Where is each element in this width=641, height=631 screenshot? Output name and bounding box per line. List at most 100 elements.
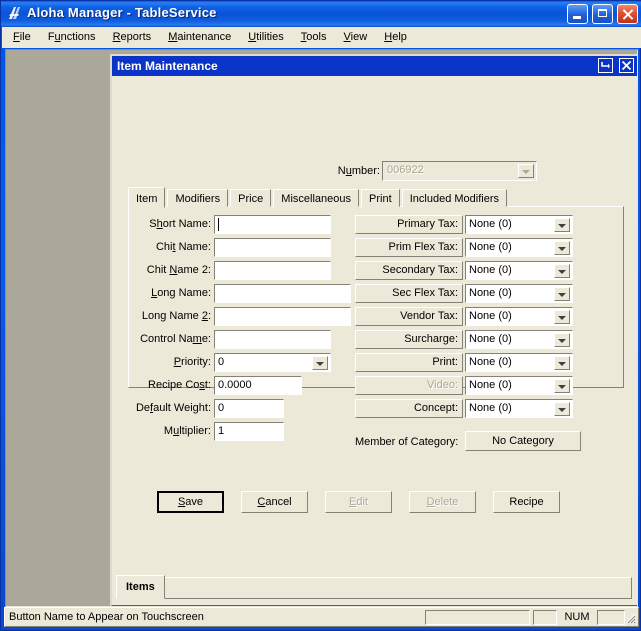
menu-item-view[interactable]: View [337,27,375,46]
field-surcharge: Surcharge: None (0) [355,330,605,350]
field-long-name-2: Long Name 2: [128,307,378,327]
secondary-tax-button-label[interactable]: Secondary Tax: [355,261,463,280]
tab-modifiers[interactable]: Modifiers [167,189,229,207]
long-name-2-input[interactable] [214,307,351,326]
window-title: Aloha Manager - TableService [27,5,217,20]
field-print: Print: None (0) [355,353,605,373]
short-name-input[interactable] [214,215,331,234]
prim-flex-tax-combobox[interactable]: None (0) [465,238,573,257]
aloha-logo-icon [6,5,23,22]
print-button-label[interactable]: Print: [355,353,463,372]
close-button[interactable] [617,4,638,24]
video-combobox[interactable]: None (0) [465,376,573,395]
child-caption-buttons [595,58,634,73]
prim-flex-tax-value: None (0) [469,241,512,253]
vendor-tax-combobox[interactable]: None (0) [465,307,573,326]
number-value: 006922 [387,164,424,176]
edit-button: Edit [325,491,392,513]
mdi-client-area: Item Maintenance Number: 006922 Item Mod… [5,49,638,607]
chevron-down-icon[interactable] [554,241,570,255]
chit-name-input[interactable] [214,238,331,257]
save-button[interactable]: Save [157,491,224,513]
tab-items[interactable]: Items [116,575,165,599]
concept-combobox[interactable]: None (0) [465,399,573,418]
vendor-tax-button-label[interactable]: Vendor Tax: [355,307,463,326]
print-combobox[interactable]: None (0) [465,353,573,372]
tab-print[interactable]: Print [361,189,400,207]
number-row: Number: 006922 [128,161,608,183]
control-name-input[interactable] [214,330,331,349]
chit-name-2-input[interactable] [214,261,331,280]
long-name-label: Long Name: [151,287,211,299]
field-prim-flex-tax: Prim Flex Tax: None (0) [355,238,605,258]
item-maintenance-window: Item Maintenance Number: 006922 Item Mod… [110,54,637,606]
statusbar-num-indicator: NUM [564,611,590,623]
menu-item-functions[interactable]: Functions [41,27,103,46]
category-button[interactable]: No Category [465,431,581,451]
field-long-name: Long Name: [128,284,378,304]
minimize-button[interactable] [566,4,588,24]
item-maintenance-body: Number: 006922 Item Modifiers Price Misc… [112,76,637,605]
tab-miscellaneous[interactable]: Miscellaneous [273,189,359,207]
maximize-button[interactable] [591,4,613,24]
menu-item-file[interactable]: File [6,27,38,46]
menu-item-reports[interactable]: Reports [106,27,159,46]
menu-item-utilities[interactable]: Utilities [241,27,290,46]
sec-flex-tax-button-label[interactable]: Sec Flex Tax: [355,284,463,303]
surcharge-combobox[interactable]: None (0) [465,330,573,349]
secondary-tax-value: None (0) [469,264,512,276]
field-control-name: Control Name: [128,330,378,350]
long-name-2-label: Long Name 2: [141,310,211,322]
surcharge-button-label[interactable]: Surcharge: [355,330,463,349]
close-icon[interactable] [619,58,634,73]
resize-grip-icon[interactable] [623,611,636,624]
chevron-down-icon[interactable] [554,379,570,393]
delete-button: Delete [409,491,476,513]
menu-item-tools[interactable]: Tools [294,27,334,46]
tabstrip: Item Modifiers Price Miscellaneous Print… [128,187,624,208]
primary-tax-button-label[interactable]: Primary Tax: [355,215,463,234]
field-recipe-cost: Recipe Cost: 0.0000 [128,376,378,396]
number-combobox[interactable]: 006922 [382,161,537,181]
concept-value: None (0) [469,402,512,414]
menu-item-maintenance[interactable]: Maintenance [161,27,238,46]
chevron-down-icon[interactable] [554,310,570,324]
recipe-cost-input[interactable]: 0.0000 [214,376,302,395]
tab-included-modifiers[interactable]: Included Modifiers [401,189,508,207]
field-chit-name: Chit Name: [128,238,378,258]
prim-flex-tax-button-label[interactable]: Prim Flex Tax: [355,238,463,257]
field-multiplier: Multiplier: 1 [128,422,378,442]
multiplier-input[interactable]: 1 [214,422,284,441]
tab-price[interactable]: Price [230,189,272,207]
chevron-down-icon[interactable] [312,356,328,370]
priority-value: 0 [218,356,225,368]
field-primary-tax: Primary Tax: None (0) [355,215,605,235]
vendor-tax-value: None (0) [469,310,512,322]
primary-tax-value: None (0) [469,218,512,230]
default-weight-input[interactable]: 0 [214,399,284,418]
chevron-down-icon[interactable] [554,333,570,347]
secondary-tax-combobox[interactable]: None (0) [465,261,573,280]
chevron-down-icon[interactable] [554,356,570,370]
number-label: Number: [337,165,380,177]
priority-combobox[interactable]: 0 [214,353,331,372]
member-of-category-label: Member of Category: [355,436,459,448]
chevron-down-icon[interactable] [554,402,570,416]
chevron-down-icon[interactable] [554,264,570,278]
concept-button-label[interactable]: Concept: [355,399,463,418]
recipe-button[interactable]: Recipe [493,491,560,513]
primary-tax-combobox[interactable]: None (0) [465,215,573,234]
tab-item[interactable]: Item [128,187,166,208]
restore-icon[interactable] [597,58,613,73]
sec-flex-tax-combobox[interactable]: None (0) [465,284,573,303]
application-window: Aloha Manager - TableService File Functi… [0,0,641,631]
chevron-down-icon[interactable] [554,218,570,232]
field-secondary-tax: Secondary Tax: None (0) [355,261,605,281]
chevron-down-icon[interactable] [554,287,570,301]
field-default-weight: Default Weight: 0 [128,399,378,419]
surcharge-value: None (0) [469,333,512,345]
long-name-input[interactable] [214,284,351,303]
cancel-button[interactable]: Cancel [241,491,308,513]
field-priority: Priority: 0 [128,353,378,373]
menu-item-help[interactable]: Help [377,27,414,46]
